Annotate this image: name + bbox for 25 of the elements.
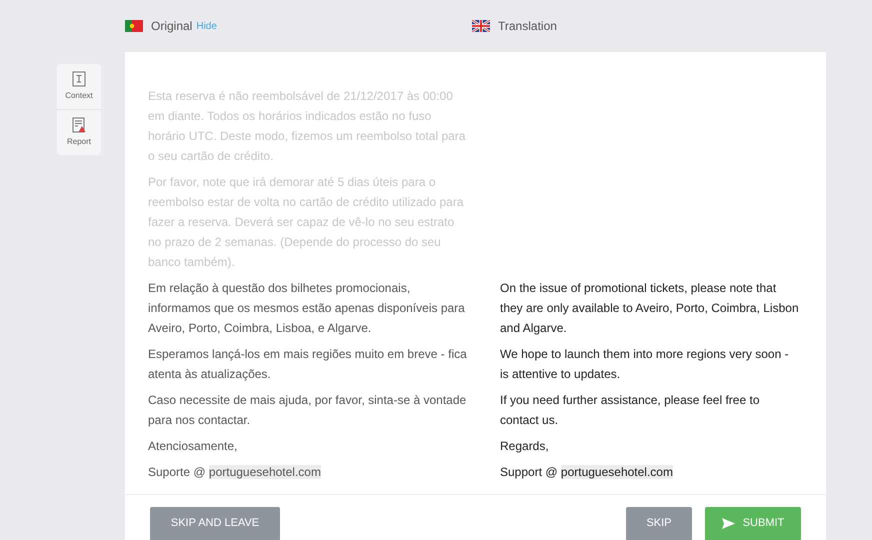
original-label: Original [151, 18, 192, 35]
translation-label: Translation [498, 18, 557, 35]
document-icon [72, 71, 86, 87]
original-paragraph: Por favor, note que irá demorar até 5 dias úteis para o reembolso estar de volta no cartão de crédito utilizado para fazer a reserva. Deverá ser capaz de vê-lo no seu estrato no prazo de 2 semanas. (Depende do processo do seu banco também). [148, 174, 465, 271]
submit-button[interactable]: SUBMIT [705, 506, 801, 540]
skip-and-leave-button[interactable]: SKIP AND LEAVE [150, 506, 280, 540]
uk-flag-icon [472, 20, 490, 32]
original-paragraph: Atenciosamente, [148, 438, 238, 455]
original-paragraph: Esperamos lançá-los em mais regiões muito em breve - fica atenta às atualizações. [148, 346, 468, 383]
translated-paragraph: Regards, [500, 438, 550, 455]
hide-link[interactable]: Hide [196, 18, 217, 34]
skip-button[interactable]: SKIP [626, 506, 692, 540]
original-paragraph: Caso necessite de mais ajuda, por favor, sinta-se à vontade para nos contactar. [148, 392, 468, 429]
original-paragraph: Em relação à questão dos bilhetes promocionais, informamos que os mesmos estão apenas disponíveis para Aveiro, Porto, Coimbra, Lisboa, e Algarve. [148, 280, 466, 337]
report-icon [72, 117, 86, 133]
portugal-flag-icon [125, 20, 143, 32]
translated-paragraph: If you need further assistance, please feel free to contact us. [500, 392, 760, 429]
original-paragraph: Esta reserva é não reembolsável de 21/12/2017 às 00:00 em diante. Todos os horários indicados estão no fuso horário UTC. Deste modo, fizemos um reembolso total para o seu cartão de crédito. [148, 88, 466, 165]
translated-paragraph: We hope to launch them into more regions very soon - is attentive to updates. [500, 346, 790, 383]
side-tool-button[interactable]: Context [57, 64, 101, 109]
side-tool-button[interactable]: Report [57, 109, 101, 155]
original-signature: Suporte @ portuguesehotel.com [148, 464, 322, 481]
send-icon [722, 518, 735, 529]
translated-signature: Support @ portuguesehotel.com [500, 464, 674, 481]
translated-paragraph: On the issue of promotional tickets, please note that they are only available to Aveiro, Porto, Coimbra, Lisbon and Algarve. [500, 280, 800, 337]
